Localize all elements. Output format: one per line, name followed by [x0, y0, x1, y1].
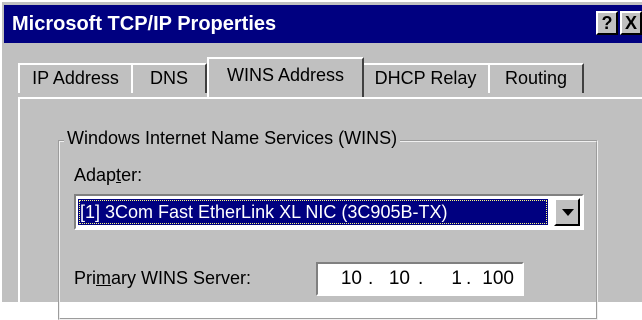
ip-octet-1[interactable]: 10: [324, 264, 362, 294]
tab-dns[interactable]: DNS: [131, 63, 207, 93]
ip-separator: .: [418, 268, 424, 289]
tab-strip: IP Address DNS WINS Address DHCP Relay R…: [18, 57, 638, 99]
tab-dhcp-relay[interactable]: DHCP Relay: [361, 63, 490, 93]
help-button[interactable]: ?: [596, 11, 618, 35]
adapter-label: Adapter:: [74, 165, 143, 185]
adapter-select[interactable]: [1] 3Com Fast EtherLink XL NIC (3C905B-T…: [74, 194, 584, 230]
chevron-down-icon: [562, 209, 574, 216]
tab-wins-address[interactable]: WINS Address: [207, 57, 364, 97]
wins-group-title: Windows Internet Name Services (WINS): [64, 126, 401, 150]
ip-octet-4[interactable]: 100: [476, 264, 514, 294]
window-title: Microsoft TCP/IP Properties: [12, 13, 277, 35]
ip-octet-2[interactable]: 10: [372, 264, 410, 294]
adapter-selected-value: [1] 3Com Fast EtherLink XL NIC (3C905B-T…: [78, 199, 548, 225]
ip-octet-3[interactable]: 1: [424, 264, 462, 294]
close-button[interactable]: X: [620, 11, 642, 35]
primary-wins-ip-input[interactable]: 10 . 10 . 1 . 100: [316, 262, 524, 296]
tab-routing[interactable]: Routing: [488, 63, 584, 93]
ip-separator: .: [466, 268, 472, 289]
title-bar: Microsoft TCP/IP Properties ? X: [4, 5, 642, 43]
tab-ip-address[interactable]: IP Address: [18, 63, 133, 93]
primary-wins-label: Primary WINS Server:: [74, 268, 252, 288]
dropdown-arrow-button[interactable]: [554, 198, 580, 226]
